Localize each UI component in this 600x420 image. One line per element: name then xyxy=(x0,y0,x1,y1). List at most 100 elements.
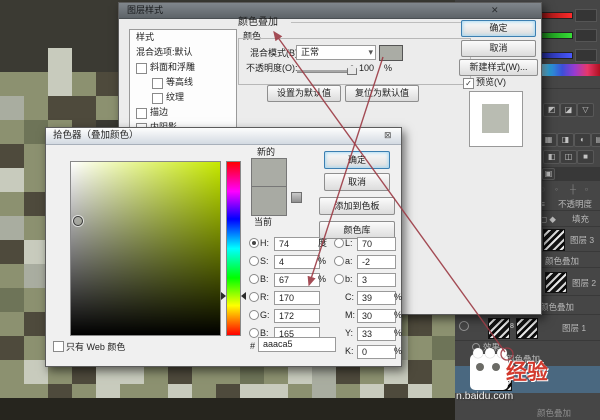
hue-marker-left[interactable] xyxy=(221,292,226,300)
value-radio[interactable] xyxy=(334,238,344,248)
value-input[interactable]: 172 xyxy=(274,309,320,323)
web-gamut-cube-icon[interactable] xyxy=(291,192,302,203)
color-field-marker[interactable] xyxy=(73,216,83,226)
green-value-box[interactable] xyxy=(575,29,597,42)
hue-marker-right[interactable] xyxy=(241,292,246,300)
ok-button[interactable]: 确定 xyxy=(324,151,390,169)
layer1-thumbnail[interactable] xyxy=(488,318,510,339)
blue-value-box[interactable] xyxy=(575,49,597,62)
photoshop-workspace: ◩◪▽▦◨◐▤◧◫■ ▣ ◌◦┼▫ ≡ 不透明度 ◻ ◆ 填充 图层 3 颜色叠… xyxy=(0,0,600,420)
new-style-button[interactable]: 新建样式(W)... xyxy=(459,59,538,76)
hue-slider[interactable] xyxy=(226,161,241,336)
lock-icons[interactable]: ◻ ◆ xyxy=(540,214,556,224)
close-icon[interactable]: ✕ xyxy=(491,5,499,16)
web-colors-checkbox[interactable] xyxy=(53,341,64,352)
value-radio[interactable] xyxy=(249,310,259,320)
layer1-style-thumbnail[interactable] xyxy=(516,318,538,339)
camo-cell xyxy=(24,48,48,72)
value-label: C: xyxy=(345,292,354,302)
style-list-item[interactable]: 混合选项:默认 xyxy=(130,45,236,60)
value-radio[interactable] xyxy=(249,292,259,302)
layer2-label[interactable]: 图层 2 xyxy=(572,278,596,288)
adjust-filter-icon[interactable]: ◦ xyxy=(555,184,558,194)
value-input[interactable]: -2 xyxy=(357,255,396,269)
layer2-thumbnail[interactable] xyxy=(545,272,567,293)
style-checkbox[interactable] xyxy=(152,93,163,104)
style-item-label: 纹理 xyxy=(166,90,184,105)
reset-default-button[interactable]: 复位为默认值 xyxy=(345,85,419,102)
eye-icon[interactable] xyxy=(459,321,469,331)
channel-mixer-icon[interactable]: ■ xyxy=(577,150,594,164)
preview-checkbox[interactable]: ✓ xyxy=(463,78,474,89)
value-input[interactable]: 74 xyxy=(274,237,320,251)
value-input[interactable]: 33 xyxy=(357,327,396,341)
camo-cell xyxy=(96,96,120,120)
hue-saturation-icon[interactable]: ◐ xyxy=(574,133,591,147)
vibrance-icon[interactable]: ◨ xyxy=(557,133,574,147)
logo-figure xyxy=(485,348,495,358)
value-radio[interactable] xyxy=(249,256,259,266)
color-spectrum-ramp[interactable] xyxy=(537,64,600,76)
photo-filter-icon[interactable]: ◫ xyxy=(560,150,577,164)
layer3-thumbnail[interactable] xyxy=(543,229,565,251)
value-input[interactable]: 170 xyxy=(274,291,320,305)
blend-mode-dropdown[interactable]: 正常 ▾ xyxy=(296,45,376,60)
style-checkbox[interactable] xyxy=(152,78,163,89)
style-list-item[interactable]: 描边 xyxy=(130,105,236,120)
saturation-brightness-field[interactable] xyxy=(70,161,221,336)
set-default-button[interactable]: 设置为默认值 xyxy=(267,85,341,102)
curves-icon[interactable]: ▽ xyxy=(577,103,594,117)
style-list-item[interactable]: 样式 xyxy=(130,30,236,45)
exposure-icon[interactable]: ▦ xyxy=(540,133,557,147)
value-radio[interactable] xyxy=(334,256,344,266)
value-label: R: xyxy=(260,292,269,302)
blend-mode-value: 正常 xyxy=(301,47,319,57)
layer3-label[interactable]: 图层 3 xyxy=(570,235,594,245)
opacity-slider-track[interactable] xyxy=(297,70,355,73)
value-radio[interactable] xyxy=(249,274,259,284)
type-filter-icon[interactable]: ┼ xyxy=(570,184,576,194)
ok-button[interactable]: 确定 xyxy=(461,20,536,37)
cancel-button[interactable]: 取消 xyxy=(461,40,536,57)
camo-cell xyxy=(0,144,24,168)
style-list-item[interactable]: 斜面和浮雕 xyxy=(130,60,236,75)
value-input[interactable]: 4 xyxy=(274,255,320,269)
logo-cutout xyxy=(492,363,500,371)
levels-icon[interactable]: ◪ xyxy=(560,103,577,117)
camo-cell xyxy=(72,48,96,72)
value-input[interactable]: 3 xyxy=(357,273,396,287)
hex-input[interactable]: aaaca5 xyxy=(258,337,336,352)
layer1-label[interactable]: 图层 1 xyxy=(562,323,586,333)
value-input[interactable]: 67 xyxy=(274,273,320,287)
style-checkbox[interactable] xyxy=(136,63,147,74)
value-label: S: xyxy=(260,256,269,266)
watermark: 经验 n.baidu.com xyxy=(456,346,586,410)
cancel-button[interactable]: 取消 xyxy=(324,173,390,191)
color-picker-titlebar[interactable]: 拾色器（叠加颜色） ⊠ xyxy=(46,128,401,145)
black-white-icon[interactable]: ◧ xyxy=(543,150,560,164)
add-to-swatches-button[interactable]: 添加到色板 xyxy=(319,197,395,215)
color-balance-icon[interactable]: ▤ xyxy=(591,133,600,147)
value-radio[interactable] xyxy=(334,274,344,284)
value-input[interactable]: 39 xyxy=(357,291,396,305)
red-value-box[interactable] xyxy=(575,9,597,22)
close-icon[interactable]: ⊠ xyxy=(384,130,392,141)
camo-cell xyxy=(432,336,456,360)
panel-icon[interactable]: ▣ xyxy=(542,168,555,180)
layer-style-titlebar[interactable]: 图层样式 ✕ xyxy=(119,3,541,19)
opacity-value[interactable]: 100 xyxy=(359,63,374,74)
style-list-item[interactable]: 纹理 xyxy=(130,90,236,105)
overlay-color-swatch[interactable] xyxy=(379,45,403,61)
brightness-contrast-icon[interactable]: ◩ xyxy=(543,103,560,117)
value-input[interactable]: 70 xyxy=(357,237,396,251)
style-list-item[interactable]: 等高线 xyxy=(130,75,236,90)
value-input[interactable]: 0 xyxy=(357,345,396,359)
layer2-effect-label[interactable]: 颜色叠加 xyxy=(540,302,574,312)
layer3-effect-label[interactable]: 颜色叠加 xyxy=(545,256,579,266)
shape-filter-icon[interactable]: ▫ xyxy=(585,184,588,194)
color-picker-dialog: 拾色器（叠加颜色） ⊠ 新的 当前 确定 取消 添加到色板 颜色库 H:74度S… xyxy=(45,127,402,367)
new-color-label: 新的 xyxy=(257,147,275,157)
style-checkbox[interactable] xyxy=(136,108,147,119)
value-radio[interactable] xyxy=(249,238,259,248)
value-input[interactable]: 30 xyxy=(357,309,396,323)
